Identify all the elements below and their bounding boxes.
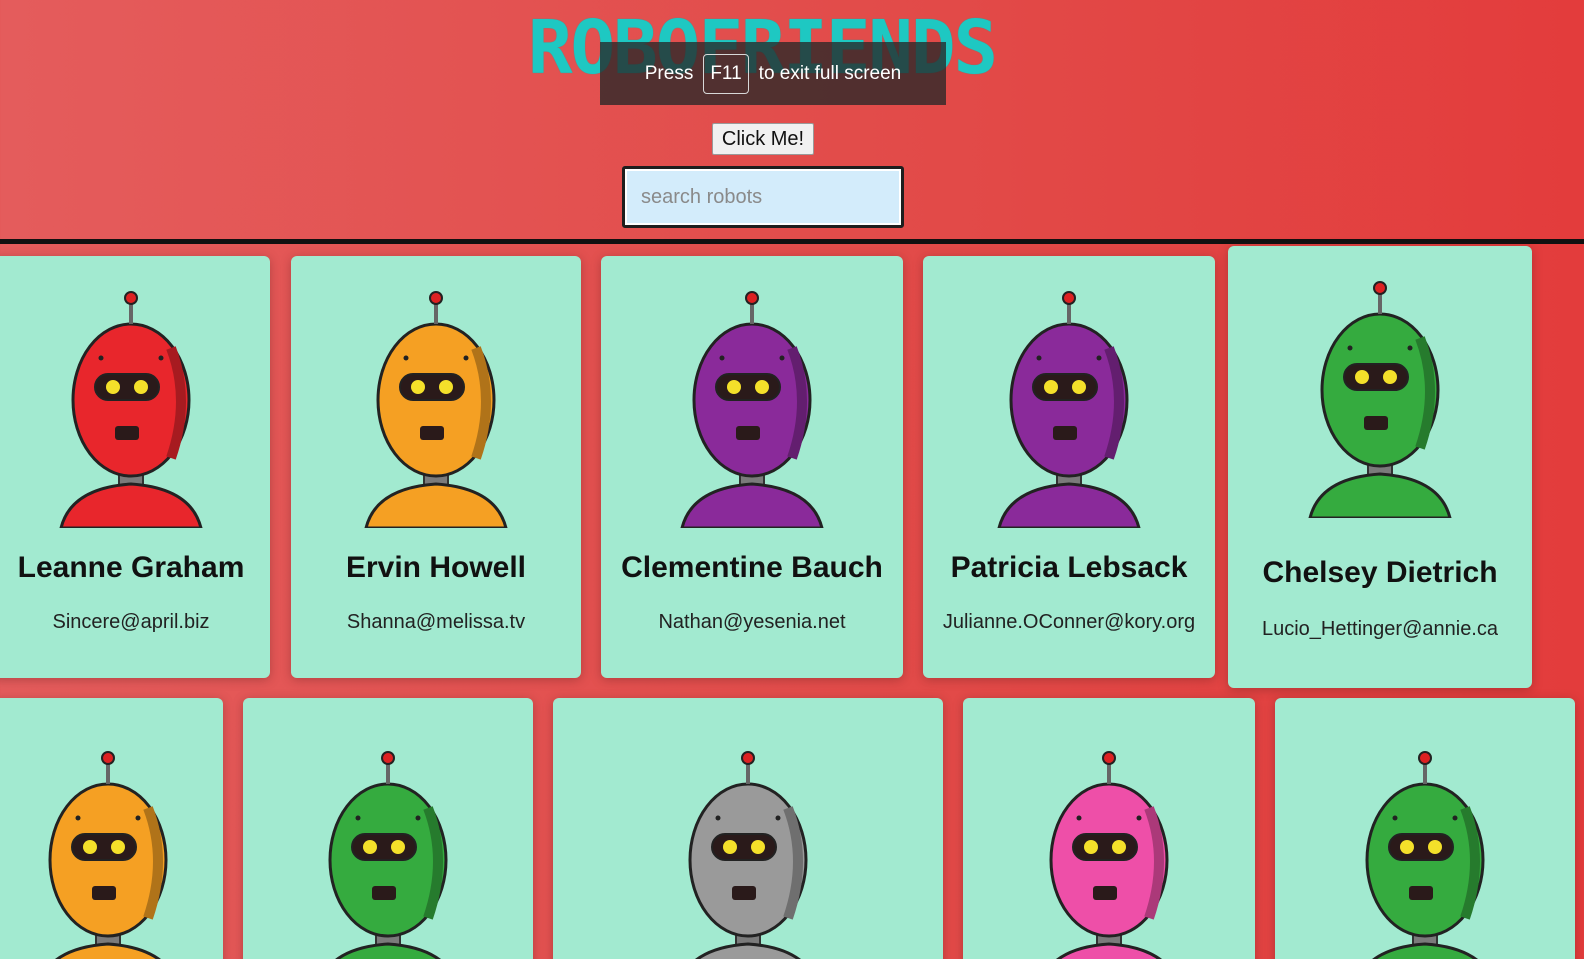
header-divider: [0, 239, 1584, 244]
robot-name: Clementine Bauch: [621, 551, 883, 584]
robot-email: Julianne.OConner@kory.org: [942, 611, 1196, 633]
robot-card[interactable]: Ervin Howell Shanna@melissa.tv: [291, 256, 581, 678]
fullscreen-notice-suffix: to exit full screen: [758, 62, 902, 84]
robot-avatar: [243, 748, 533, 959]
robot-avatar: [0, 748, 223, 959]
fullscreen-notice: Press F11 to exit full screen: [600, 42, 946, 105]
robot-name: Ervin Howell: [345, 551, 527, 584]
robot-card[interactable]: [963, 698, 1255, 959]
robot-card[interactable]: [243, 698, 533, 959]
robot-card[interactable]: [0, 698, 223, 959]
robot-avatar: [601, 288, 903, 528]
robot-avatar: [0, 288, 270, 528]
robot-avatar: [1275, 748, 1575, 959]
robot-avatar: [923, 288, 1215, 528]
robot-card[interactable]: Patricia Lebsack Julianne.OConner@kory.or…: [923, 256, 1215, 678]
robot-avatar: [553, 748, 943, 959]
robot-card[interactable]: Leanne Graham Sincere@april.biz: [0, 256, 270, 678]
robot-card[interactable]: [553, 698, 943, 959]
robot-name: Patricia Lebsack: [950, 551, 1188, 584]
robot-email: Nathan@yesenia.net: [658, 611, 846, 633]
header: ROBOFRIENDS Press F11 to exit full scree…: [0, 0, 1584, 239]
search-input[interactable]: [622, 166, 904, 228]
robot-name: Chelsey Dietrich: [1262, 556, 1498, 589]
robot-card[interactable]: Clementine Bauch Nathan@yesenia.net: [601, 256, 903, 678]
f11-key-badge: F11: [703, 53, 749, 94]
click-me-button[interactable]: Click Me!: [712, 123, 814, 155]
robot-avatar: [1228, 278, 1532, 518]
robot-card[interactable]: [1275, 698, 1575, 959]
fullscreen-notice-prefix: Press: [644, 62, 694, 84]
robot-avatar: [291, 288, 581, 528]
robot-avatar: [963, 748, 1255, 959]
robot-email: Sincere@april.biz: [52, 611, 210, 633]
robot-name: Leanne Graham: [17, 551, 245, 584]
robot-card[interactable]: Chelsey Dietrich Lucio_Hettinger@annie.ca: [1228, 246, 1532, 688]
robot-email: Shanna@melissa.tv: [346, 611, 526, 633]
robot-email: Lucio_Hettinger@annie.ca: [1261, 618, 1498, 640]
